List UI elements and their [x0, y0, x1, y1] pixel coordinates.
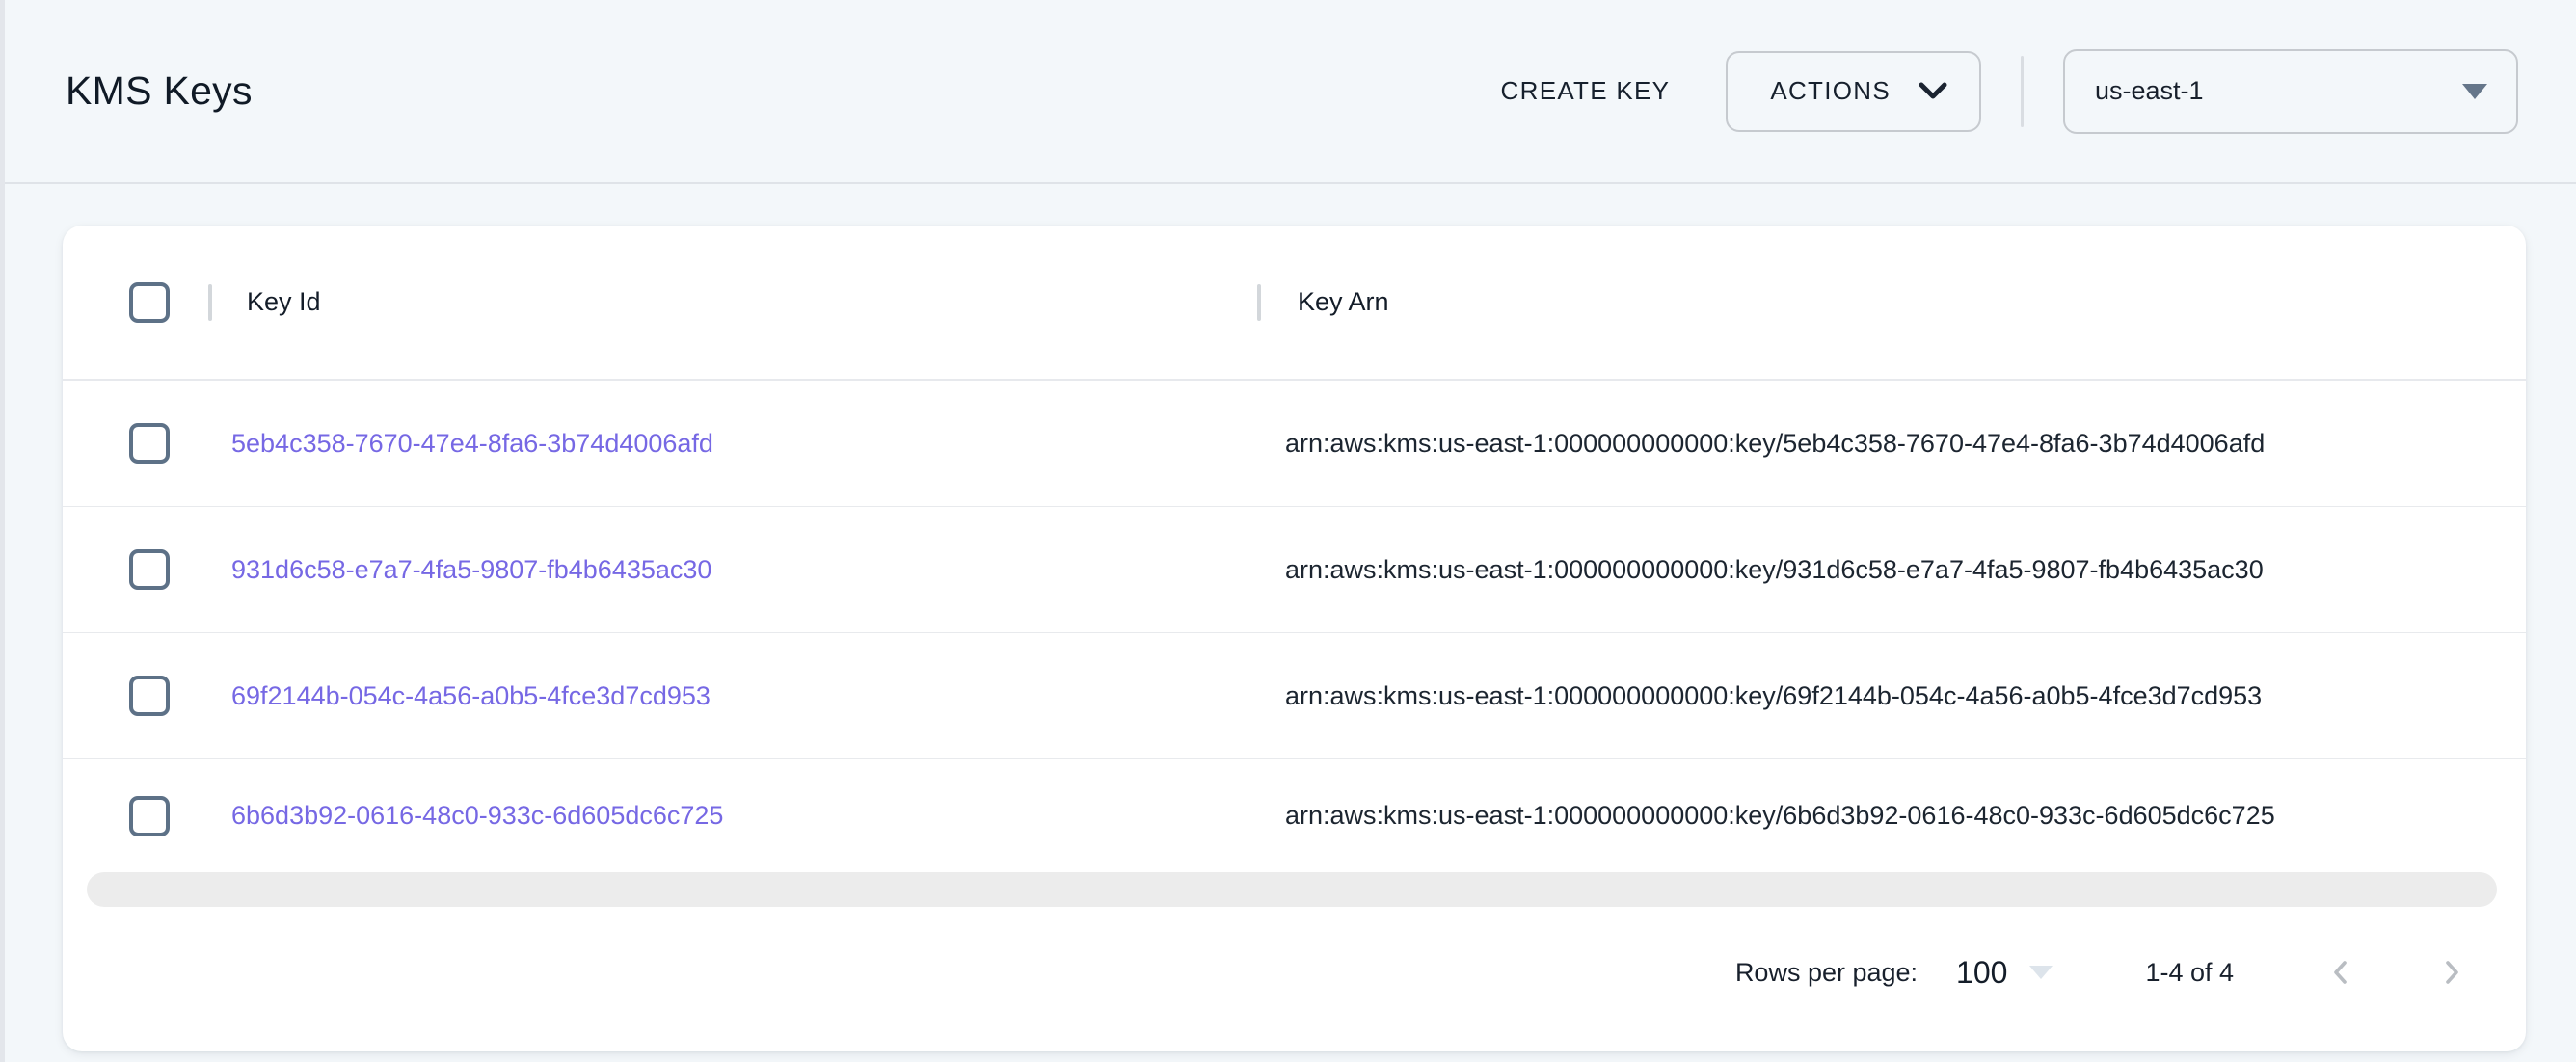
dropdown-arrow-icon — [2029, 966, 2053, 979]
page-header: KMS Keys CREATE KEY ACTIONS us-east-1 — [0, 0, 2576, 184]
table-row[interactable]: 69f2144b-054c-4a56-a0b5-4fce3d7cd953 arn… — [63, 633, 2526, 759]
previous-page-button[interactable] — [2324, 956, 2357, 989]
select-all-checkbox[interactable] — [129, 282, 170, 323]
key-id-link[interactable]: 69f2144b-054c-4a56-a0b5-4fce3d7cd953 — [231, 681, 711, 710]
key-arn-cell: arn:aws:kms:us-east-1:000000000000:key/6… — [1257, 681, 2526, 711]
rows-per-page-select[interactable]: 100 — [1956, 955, 2053, 991]
table-row[interactable]: 6b6d3b92-0616-48c0-933c-6d605dc6c725 arn… — [63, 759, 2526, 872]
row-checkbox-cell — [63, 796, 208, 836]
column-header-key-id[interactable]: Key Id — [212, 287, 1257, 317]
row-checkbox[interactable] — [129, 423, 170, 464]
pagination-bar: Rows per page: 100 1-4 of 4 — [63, 907, 2526, 1051]
horizontal-scrollbar[interactable] — [87, 872, 2497, 907]
row-checkbox[interactable] — [129, 676, 170, 716]
row-checkbox-cell — [63, 549, 208, 590]
key-id-cell: 931d6c58-e7a7-4fa5-9807-fb4b6435ac30 — [208, 555, 1257, 585]
key-arn-cell: arn:aws:kms:us-east-1:000000000000:key/5… — [1257, 429, 2526, 459]
select-all-cell — [63, 282, 208, 323]
next-page-button[interactable] — [2435, 956, 2468, 989]
row-checkbox-cell — [63, 676, 208, 716]
dropdown-arrow-icon — [2462, 84, 2487, 99]
chevron-left-icon — [2324, 956, 2357, 989]
toolbar-divider — [2021, 56, 2024, 127]
row-checkbox[interactable] — [129, 796, 170, 836]
region-select-value: us-east-1 — [2095, 76, 2204, 106]
rows-per-page-label: Rows per page: — [1735, 958, 1918, 988]
create-key-button[interactable]: CREATE KEY — [1501, 76, 1671, 106]
page-title: KMS Keys — [66, 68, 253, 114]
key-id-cell: 6b6d3b92-0616-48c0-933c-6d605dc6c725 — [208, 801, 1257, 831]
window-left-edge — [0, 0, 5, 1062]
region-select[interactable]: us-east-1 — [2063, 49, 2518, 134]
kms-keys-table-card: Key Id Key Arn 5eb4c358-7670-47e4-8fa6-3… — [63, 226, 2526, 1051]
actions-dropdown-button[interactable]: ACTIONS — [1726, 51, 1981, 132]
column-header-key-arn[interactable]: Key Arn — [1261, 287, 2526, 317]
key-id-link[interactable]: 6b6d3b92-0616-48c0-933c-6d605dc6c725 — [231, 801, 723, 830]
table-header-row: Key Id Key Arn — [63, 226, 2526, 381]
key-id-cell: 5eb4c358-7670-47e4-8fa6-3b74d4006afd — [208, 429, 1257, 459]
table-row[interactable]: 931d6c58-e7a7-4fa5-9807-fb4b6435ac30 arn… — [63, 507, 2526, 633]
chevron-down-icon — [1919, 82, 1947, 100]
actions-button-label: ACTIONS — [1770, 76, 1891, 106]
kms-keys-page: KMS Keys CREATE KEY ACTIONS us-east-1 — [0, 0, 2576, 1062]
key-arn-cell: arn:aws:kms:us-east-1:000000000000:key/6… — [1257, 801, 2526, 831]
row-checkbox[interactable] — [129, 549, 170, 590]
row-checkbox-cell — [63, 423, 208, 464]
chevron-right-icon — [2435, 956, 2468, 989]
header-actions: CREATE KEY ACTIONS us-east-1 — [1501, 49, 2518, 134]
pagination-range-label: 1-4 of 4 — [2145, 958, 2234, 988]
table-row[interactable]: 5eb4c358-7670-47e4-8fa6-3b74d4006afd arn… — [63, 381, 2526, 507]
key-id-cell: 69f2144b-054c-4a56-a0b5-4fce3d7cd953 — [208, 681, 1257, 711]
key-id-link[interactable]: 931d6c58-e7a7-4fa5-9807-fb4b6435ac30 — [231, 555, 711, 584]
key-arn-cell: arn:aws:kms:us-east-1:000000000000:key/9… — [1257, 555, 2526, 585]
key-id-link[interactable]: 5eb4c358-7670-47e4-8fa6-3b74d4006afd — [231, 429, 713, 458]
rows-per-page-value: 100 — [1956, 955, 2007, 991]
